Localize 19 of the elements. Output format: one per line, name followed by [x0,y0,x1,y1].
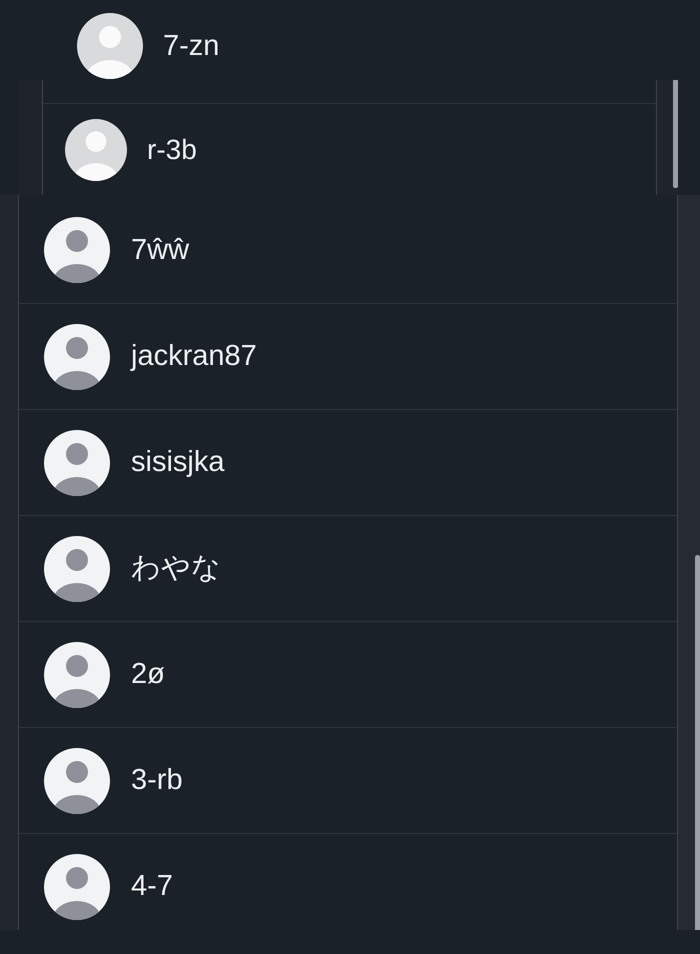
avatar-icon [44,324,110,390]
username: jackran87 [131,342,257,371]
username: 3-rb [131,766,183,795]
avatar-icon [44,430,110,496]
avatar-icon [44,748,110,814]
username: わやな [131,554,221,583]
avatar-icon [44,217,110,283]
avatar-icon [65,118,127,180]
username: 2ø [131,660,165,689]
avatar-icon [44,854,110,920]
username: 7ŵŵ [131,236,190,264]
scrollbar-thumb[interactable] [673,80,678,188]
avatar-icon [44,642,110,708]
avatar-icon [44,536,110,602]
username: 4-7 [131,872,173,901]
scrollbar-thumb[interactable] [695,555,700,930]
username: sisisjka [131,448,224,477]
username: 7-zn [163,32,220,60]
username: r-3b [147,136,197,164]
